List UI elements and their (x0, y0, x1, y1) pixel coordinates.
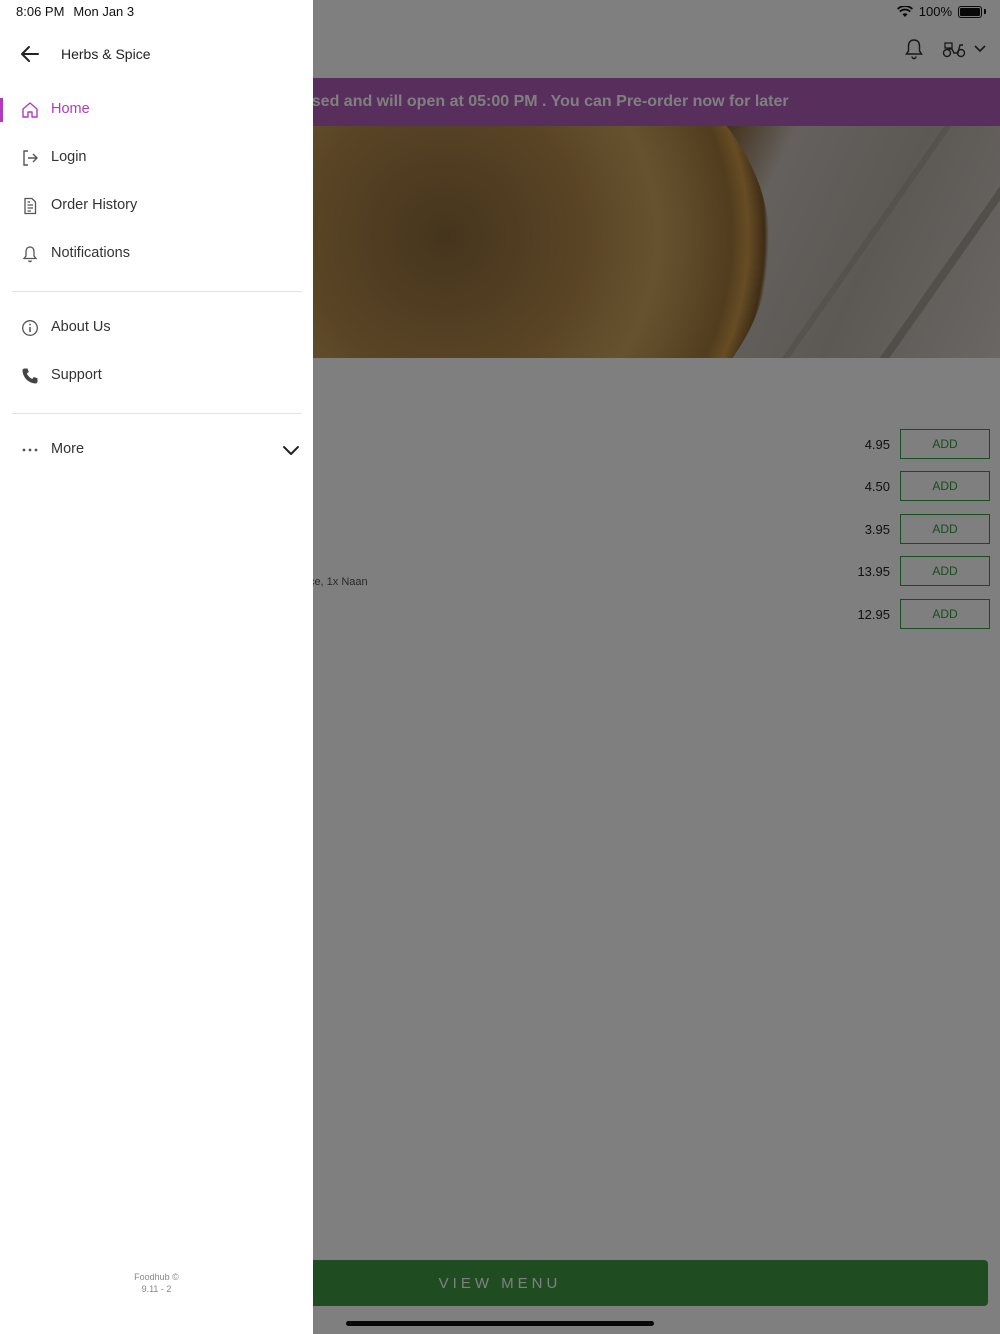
drawer-title: Herbs & Spice (61, 46, 151, 62)
home-icon (20, 100, 40, 120)
nav-item-label: More (51, 441, 85, 457)
nav-item-label: About Us (51, 319, 111, 335)
nav-item-more[interactable]: More (0, 427, 313, 473)
status-date-text: Mon Jan 3 (73, 4, 135, 19)
order-history-icon (20, 196, 40, 216)
drawer-header: Herbs & Spice (0, 30, 313, 78)
status-time: 8:06 PM Mon Jan 3 (16, 4, 134, 19)
divider (12, 413, 302, 414)
nav-item-about-us[interactable]: About Us (0, 305, 313, 351)
navigation-drawer: 8:06 PM Mon Jan 3 Herbs & Spice Home Logi… (0, 0, 313, 1334)
active-indicator (0, 98, 3, 122)
drawer-footer: Foodhub © 9.11 - 2 (0, 1271, 313, 1295)
nav-item-support[interactable]: Support (0, 353, 313, 399)
divider (12, 291, 302, 292)
bell-icon (20, 244, 40, 264)
footer-version: 9.11 - 2 (141, 1284, 172, 1294)
login-icon (20, 148, 40, 168)
nav-item-login[interactable]: Login (0, 135, 313, 181)
footer-brand: Foodhub © (134, 1272, 179, 1282)
nav-item-label: Order History (51, 197, 138, 213)
info-icon (20, 318, 40, 338)
back-arrow-icon[interactable] (18, 42, 42, 66)
nav-item-label: Notifications (51, 245, 130, 261)
more-dots-icon (20, 440, 40, 460)
nav-item-home[interactable]: Home (0, 87, 313, 133)
nav-item-order-history[interactable]: Order History (0, 183, 313, 229)
status-time-text: 8:06 PM (16, 4, 65, 19)
nav-item-label: Home (51, 101, 90, 117)
nav-item-label: Login (51, 149, 87, 165)
nav-item-notifications[interactable]: Notifications (0, 231, 313, 277)
nav-item-label: Support (51, 367, 102, 383)
chevron-down-icon[interactable] (281, 440, 301, 460)
phone-icon (20, 366, 40, 386)
